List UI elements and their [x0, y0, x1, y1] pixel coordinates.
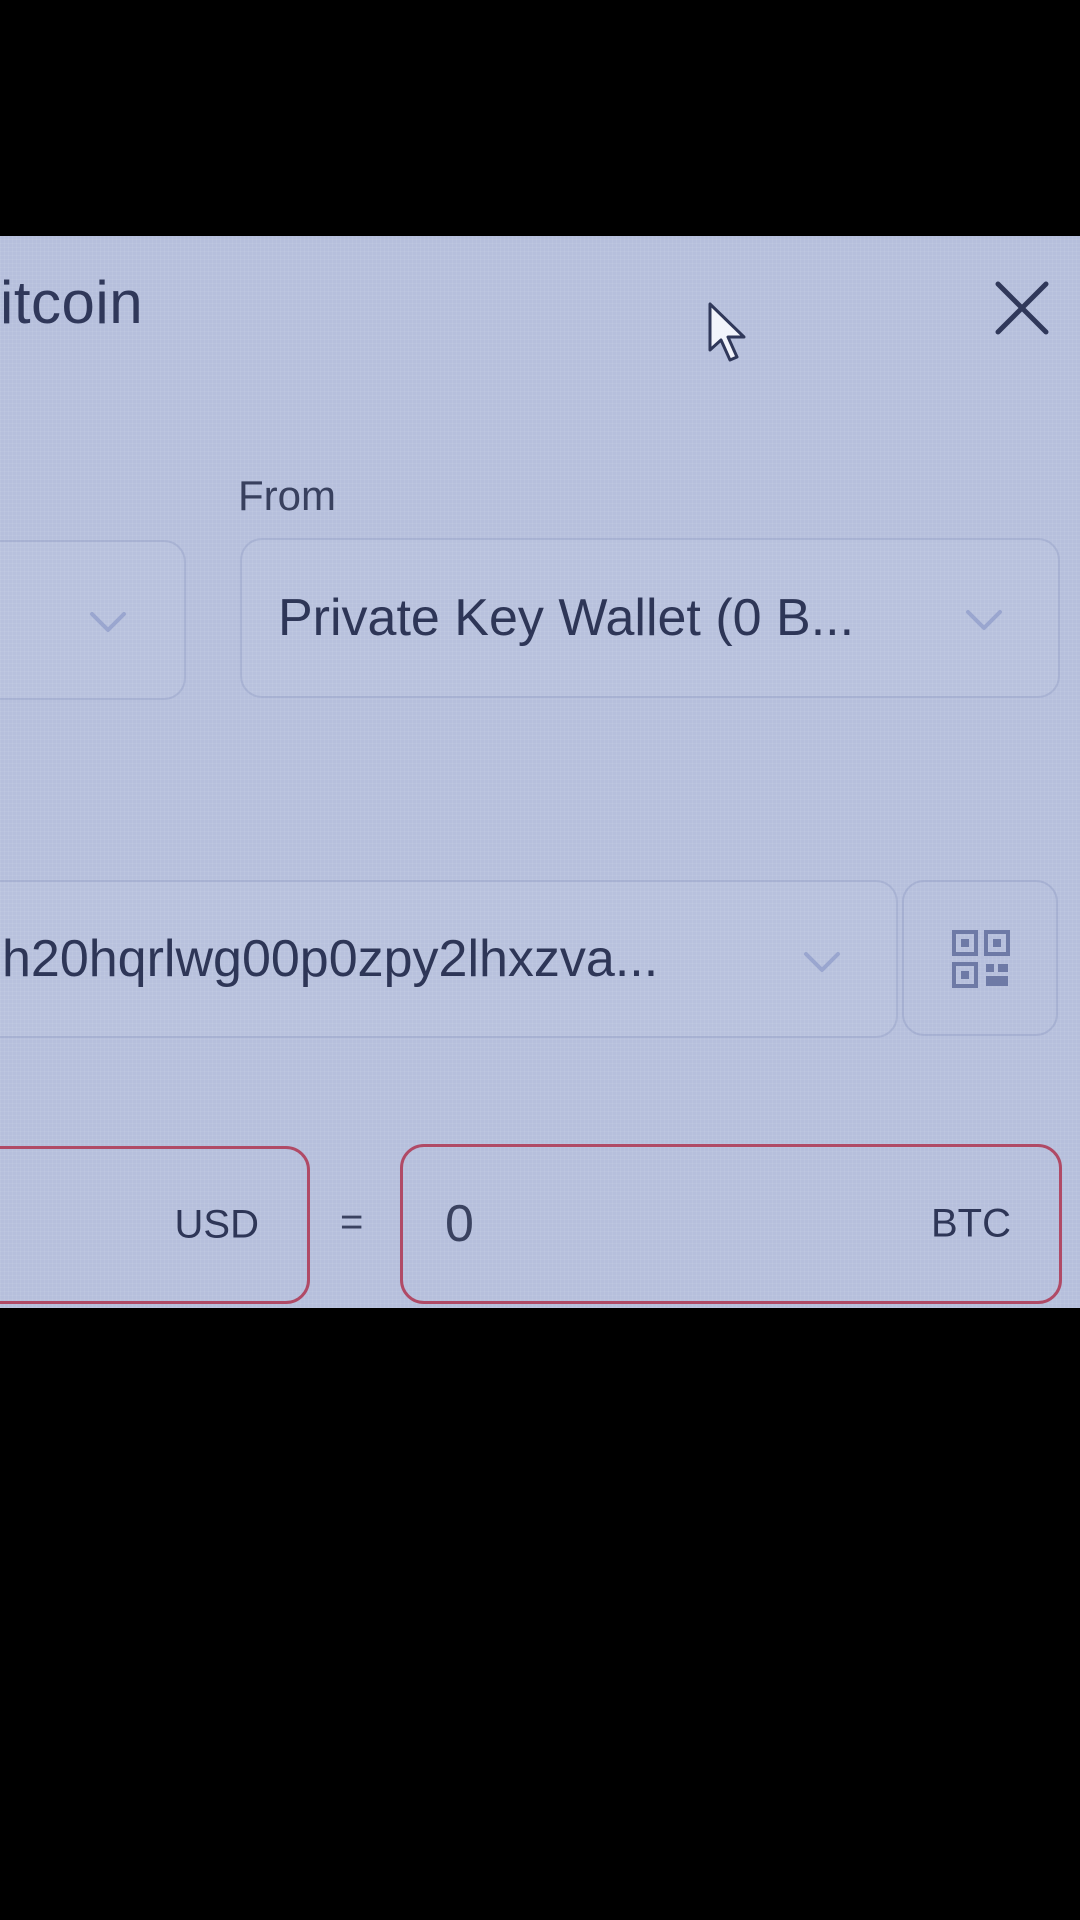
- chevron-down-icon: [804, 952, 840, 972]
- mouse-cursor-icon: [708, 302, 746, 362]
- scan-qr-button[interactable]: [902, 880, 1058, 1036]
- from-wallet-value: Private Key Wallet (0 B...: [278, 589, 855, 647]
- btc-amount-value: 0: [445, 1195, 474, 1253]
- equals-sign: =: [340, 1200, 364, 1244]
- chevron-down-icon: [966, 610, 1002, 630]
- recipient-address-select[interactable]: h20hqrlwg00p0zpy2lhxzva...: [0, 880, 898, 1038]
- close-icon: [995, 281, 1049, 335]
- dialog-title: itcoin: [0, 269, 144, 336]
- recipient-address-value: h20hqrlwg00p0zpy2lhxzva...: [2, 930, 659, 988]
- qr-code-icon: [952, 930, 1010, 988]
- btc-unit-label: BTC: [931, 1201, 1011, 1246]
- from-label: From: [238, 472, 336, 519]
- btc-amount-field[interactable]: 0 BTC: [400, 1144, 1062, 1304]
- usd-amount-field[interactable]: USD: [0, 1146, 310, 1304]
- network-select[interactable]: [0, 540, 186, 700]
- chevron-down-icon: [90, 612, 126, 632]
- close-button[interactable]: [990, 276, 1054, 340]
- send-dialog: itcoin From Private Key Wallet (0 B... h…: [0, 236, 1080, 1308]
- usd-unit-label: USD: [174, 1202, 259, 1247]
- from-wallet-select[interactable]: Private Key Wallet (0 B...: [240, 538, 1060, 698]
